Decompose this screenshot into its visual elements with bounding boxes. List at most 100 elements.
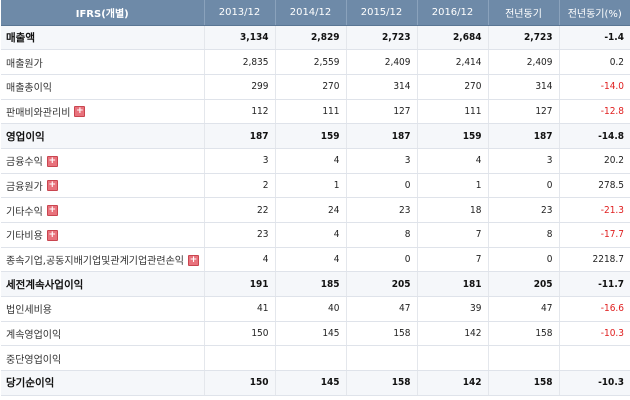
value-cell: 314: [488, 74, 560, 100]
row-label-cell: 계속영업이익: [1, 321, 205, 347]
row-label-cell: 금융원가 +: [1, 173, 205, 199]
pct-change-cell: 2218.7: [559, 247, 630, 273]
value-cell: 142: [417, 370, 489, 396]
row-label-cell: 중단영업이익: [1, 345, 205, 372]
header-2013: 2013/12: [204, 0, 276, 26]
row-label-cell: 영업이익: [1, 123, 205, 149]
value-cell: 159: [275, 123, 347, 149]
value-cell: 3: [488, 148, 560, 174]
value-cell: 205: [488, 271, 560, 298]
header-2015: 2015/12: [346, 0, 418, 26]
value-cell: 23: [346, 197, 418, 223]
value-cell: 127: [488, 99, 560, 125]
table-row: 법인세비용 41 40 47 39 47 -16.6: [1, 296, 630, 322]
value-cell: 1: [275, 173, 347, 199]
value-cell: 3: [204, 148, 276, 174]
table-row[interactable]: 금융수익 +3 4 3 4 3 20.2: [1, 148, 630, 174]
value-cell: 23: [488, 197, 560, 223]
value-cell: [275, 345, 347, 372]
row-label: 매출액: [6, 31, 35, 44]
value-cell: 158: [488, 321, 560, 347]
value-cell: 4: [275, 222, 347, 248]
table-row[interactable]: 판매비와관리비 +112 111 127 111 127 -12.8: [1, 99, 630, 125]
value-cell: 145: [275, 370, 347, 396]
value-cell: 158: [346, 370, 418, 396]
value-cell: [488, 345, 560, 372]
row-label: 매출원가: [6, 58, 43, 70]
value-cell: 187: [488, 123, 560, 149]
value-cell: 181: [417, 271, 489, 298]
row-label: 금융수익: [6, 157, 43, 169]
pct-change-cell: -10.3: [559, 321, 630, 347]
table-row[interactable]: 종속기업,공동지배기업및관계기업관련손익 +4 4 0 7 0 2218.7: [1, 247, 630, 273]
row-label-cell: 세전계속사업이익: [1, 271, 205, 298]
header-prev-period: 전년동기: [488, 0, 560, 26]
row-label-cell: 당기순이익: [1, 370, 205, 396]
value-cell: 159: [417, 123, 489, 149]
row-label: 판매비와관리비: [6, 107, 71, 119]
table-row: 계속영업이익 150 145 158 142 158 -10.3: [1, 321, 630, 347]
value-cell: 2,414: [417, 49, 489, 75]
value-cell: 2,409: [346, 49, 418, 75]
value-cell: 187: [204, 123, 276, 149]
value-cell: 314: [346, 74, 418, 100]
value-cell: 112: [204, 99, 276, 125]
table-row[interactable]: 기타비용 +23 4 8 7 8 -17.7: [1, 222, 630, 248]
table-row: 영업이익 187 159 187 159 187 -14.8: [1, 123, 630, 149]
row-label: 중단영업이익: [6, 354, 62, 366]
value-cell: 142: [417, 321, 489, 347]
value-cell: 270: [417, 74, 489, 100]
pct-change-cell: -21.3: [559, 197, 630, 223]
value-cell: 150: [204, 321, 276, 347]
value-cell: 4: [417, 148, 489, 174]
table-row: 매출액 3,134 2,829 2,723 2,684 2,723 -1.4: [1, 25, 630, 51]
row-label-cell: 매출액: [1, 25, 205, 51]
expand-plus-icon[interactable]: +: [46, 205, 58, 217]
value-cell: 150: [204, 370, 276, 396]
row-label: 기타수익: [6, 206, 43, 218]
row-label: 세전계속사업이익: [6, 278, 84, 291]
expand-plus-icon[interactable]: +: [46, 155, 58, 167]
value-cell: 2,559: [275, 49, 347, 75]
value-cell: [346, 345, 418, 372]
value-cell: 7: [417, 247, 489, 273]
pct-change-cell: -14.8: [559, 123, 630, 149]
header-ifrs: IFRS(개별): [1, 0, 205, 26]
value-cell: 1: [417, 173, 489, 199]
table-row: 세전계속사업이익 191 185 205 181 205 -11.7: [1, 271, 630, 298]
header-2014: 2014/12: [275, 0, 347, 26]
value-cell: 0: [346, 173, 418, 199]
value-cell: 23: [204, 222, 276, 248]
value-cell: 2,723: [346, 25, 418, 51]
value-cell: 24: [275, 197, 347, 223]
expand-plus-icon[interactable]: +: [46, 229, 58, 241]
expand-plus-icon[interactable]: +: [187, 254, 199, 266]
value-cell: 158: [488, 370, 560, 396]
expand-plus-icon[interactable]: +: [74, 106, 86, 118]
pct-change-cell: [559, 345, 630, 372]
value-cell: 2,684: [417, 25, 489, 51]
value-cell: 8: [346, 222, 418, 248]
pct-change-cell: -10.3: [559, 370, 630, 396]
value-cell: 22: [204, 197, 276, 223]
expand-plus-icon[interactable]: +: [46, 180, 58, 192]
value-cell: 41: [204, 296, 276, 322]
table-row: 매출원가 2,835 2,559 2,409 2,414 2,409 0.2: [1, 49, 630, 75]
row-label: 영업이익: [6, 130, 45, 143]
value-cell: 299: [204, 74, 276, 100]
pct-change-cell: -16.6: [559, 296, 630, 322]
value-cell: 47: [488, 296, 560, 322]
value-cell: 145: [275, 321, 347, 347]
row-label: 매출총이익: [6, 83, 52, 95]
pct-change-cell: -12.8: [559, 99, 630, 125]
header-row: IFRS(개별) 2013/12 2014/12 2015/12 2016/12…: [1, 0, 630, 26]
table-row[interactable]: 금융원가 +2 1 0 1 0 278.5: [1, 173, 630, 199]
value-cell: 2,829: [275, 25, 347, 51]
row-label-cell: 매출원가: [1, 49, 205, 75]
value-cell: 111: [275, 99, 347, 125]
row-label: 법인세비용: [6, 305, 52, 317]
row-label: 종속기업,공동지배기업및관계기업관련손익: [6, 256, 184, 268]
pct-change-cell: -14.0: [559, 74, 630, 100]
value-cell: 39: [417, 296, 489, 322]
table-row[interactable]: 기타수익 +22 24 23 18 23 -21.3: [1, 197, 630, 223]
